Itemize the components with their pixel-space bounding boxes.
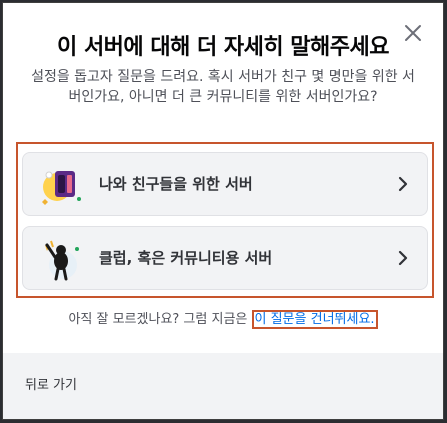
server-type-options: 나와 친구들을 위한 서버 클럽, 혹은 커뮤니티용 서버	[16, 142, 434, 298]
skip-row: 아직 잘 모르겠나요? 그럼 지금은 이 질문을 건너뛰세요.	[3, 308, 443, 329]
skip-question-link[interactable]: 이 질문을 건너뛰세요.	[251, 310, 378, 329]
modal-title: 이 서버에 대해 더 자세히 말해주세요	[57, 35, 389, 60]
option-community-label: 클럽, 혹은 커뮤니티용 서버	[99, 249, 273, 267]
option-friends-label: 나와 친구들을 위한 서버	[99, 175, 253, 193]
option-friends-server[interactable]: 나와 친구들을 위한 서버	[22, 152, 428, 216]
modal-subtitle: 설정을 돕고자 질문을 드려요. 혹시 서버가 친구 몇 명만을 위한 서버인가…	[31, 69, 415, 105]
create-server-modal: 이 서버에 대해 더 자세히 말해주세요 설정을 돕고자 질문을 드려요. 혹시…	[2, 2, 444, 420]
back-button[interactable]: 뒤로 가기	[25, 353, 77, 419]
community-illustration-icon	[45, 240, 79, 281]
friends-illustration-icon	[42, 171, 81, 205]
chevron-right-icon	[398, 250, 408, 266]
option-community-server[interactable]: 클럽, 혹은 커뮤니티용 서버	[22, 226, 428, 290]
skip-prefix-text: 아직 잘 모르겠나요? 그럼 지금은	[68, 312, 252, 327]
chevron-right-icon	[398, 176, 408, 192]
modal-footer: 뒤로 가기	[3, 353, 443, 419]
